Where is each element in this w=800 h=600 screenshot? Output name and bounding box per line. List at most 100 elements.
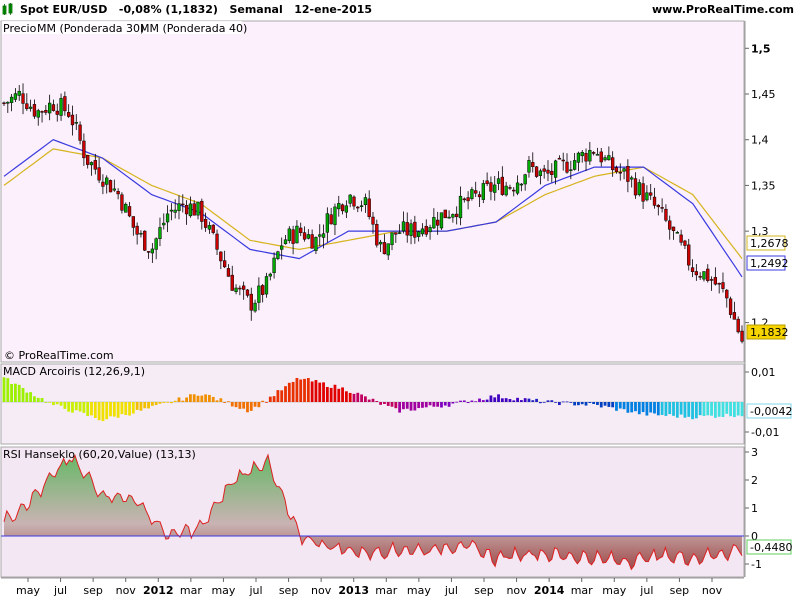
macd-bar [356, 392, 360, 402]
macd-bar [227, 401, 230, 403]
macd-bar [10, 384, 14, 402]
macd-bar [242, 402, 246, 409]
macd-bar [428, 402, 432, 406]
rsi-legend[interactable]: RSI Hanseklo (60,20,Value) (13,13) [3, 448, 196, 461]
macd-bar [402, 402, 405, 410]
macd-bar [519, 400, 523, 402]
macd-bar [71, 402, 74, 413]
macd-legend[interactable]: MACD Arcoiris (12,26,9,1) [3, 365, 145, 378]
macd-bar [729, 402, 732, 417]
macd-bar [558, 402, 561, 406]
legend-price[interactable]: Precio [3, 22, 37, 35]
macd-bar [116, 402, 120, 418]
macd-bar [451, 402, 455, 404]
macd-bar [679, 402, 683, 415]
macd-bar [112, 402, 116, 417]
site-link[interactable]: www.ProRealTime.com [652, 3, 794, 16]
macd-bar [740, 402, 744, 417]
macd-bar [626, 402, 630, 413]
macd-bar [166, 401, 169, 403]
macd-bar [208, 394, 211, 402]
time-tick-label: 2012 [143, 584, 174, 597]
macd-bar [573, 402, 577, 406]
macd-bar [234, 402, 238, 408]
macd-bar [386, 402, 390, 406]
macd-bar [462, 400, 466, 402]
macd-bar [660, 402, 664, 415]
macd-bar [67, 402, 71, 412]
macd-bar [337, 388, 341, 402]
macd-bar [150, 402, 154, 406]
macd-bar [713, 402, 717, 418]
macd-bar [611, 402, 615, 408]
price-tick-label: 1,45 [751, 88, 776, 101]
macd-bar [504, 398, 508, 402]
legend-ma40[interactable]: MM (Ponderada 40) [140, 22, 247, 35]
time-tick-label: jul [248, 584, 262, 597]
macd-bar [348, 392, 352, 402]
macd-bar [139, 402, 143, 411]
macd-value: -0,0042 [750, 405, 792, 418]
macd-bar [405, 402, 409, 409]
macd-bar [253, 402, 257, 407]
macd-bar [314, 380, 318, 402]
macd-bar [599, 402, 603, 408]
macd-bar [147, 402, 150, 409]
time-tick-label: jul [639, 584, 653, 597]
macd-bar [223, 402, 227, 403]
macd-bar [238, 402, 242, 409]
copyright-text: © ProRealTime.com [4, 349, 114, 362]
macd-bar [577, 402, 580, 406]
candle [439, 212, 444, 231]
time-tick-label: 2014 [534, 584, 565, 597]
time-tick-label: 2013 [338, 584, 369, 597]
macd-bar [580, 402, 584, 405]
macd-bar [291, 381, 295, 402]
macd-bar [105, 402, 109, 420]
macd-bar [78, 402, 82, 412]
macd-bar [508, 399, 512, 402]
price-tick-label: 1,5 [751, 42, 771, 55]
macd-bar [588, 402, 592, 404]
macd-bar [417, 402, 421, 409]
bar-chart-icon[interactable] [2, 3, 14, 16]
macd-bar [192, 394, 196, 402]
macd-bar [173, 400, 177, 402]
macd-bar [592, 402, 596, 404]
macd-bar [124, 402, 128, 415]
time-tick-label: jul [53, 584, 67, 597]
macd-bar [596, 402, 599, 405]
rsi-value-box: -0,4480 [746, 539, 792, 555]
chart-date: 12-ene-2015 [294, 3, 373, 16]
macd-bar [101, 402, 105, 422]
macd-bar [329, 387, 333, 402]
time-tick-label: nov [506, 584, 527, 597]
macd-bar [432, 402, 436, 407]
macd-bar [272, 396, 276, 402]
chart-area[interactable]: 1,51,451,41,351,31,2 0,01-0,01 3210-1 Pr… [0, 20, 800, 600]
macd-bar [17, 384, 21, 402]
macd-bar [177, 397, 181, 402]
macd-bar [554, 402, 557, 403]
period-label: Semanal [229, 3, 283, 16]
candle [108, 179, 113, 193]
legend-ma30[interactable]: MM (Ponderada 30) [37, 22, 144, 35]
candle [211, 224, 215, 235]
price-change: -0,08% (1,1832) [118, 3, 218, 16]
macd-bar [249, 402, 253, 411]
price-legend[interactable]: Precio MM (Ponderada 30) MM (Ponderada 4… [2, 21, 247, 35]
macd-bar [622, 402, 626, 410]
macd-bar [21, 387, 25, 402]
macd-bar [200, 395, 204, 402]
candle [481, 179, 485, 204]
macd-bar [672, 402, 675, 416]
macd-bar [398, 402, 402, 413]
price-panel[interactable] [0, 20, 745, 363]
time-tick-label: mar [375, 584, 397, 597]
macd-bar [478, 398, 481, 402]
macd-tick-label: -0,01 [751, 426, 779, 439]
header-text: Spot EUR/USD -0,08% (1,1832) Semanal 12-… [20, 3, 372, 16]
macd-bar [645, 402, 649, 416]
macd-bar [721, 402, 725, 417]
ma40-value: 1,2678 [750, 237, 789, 250]
